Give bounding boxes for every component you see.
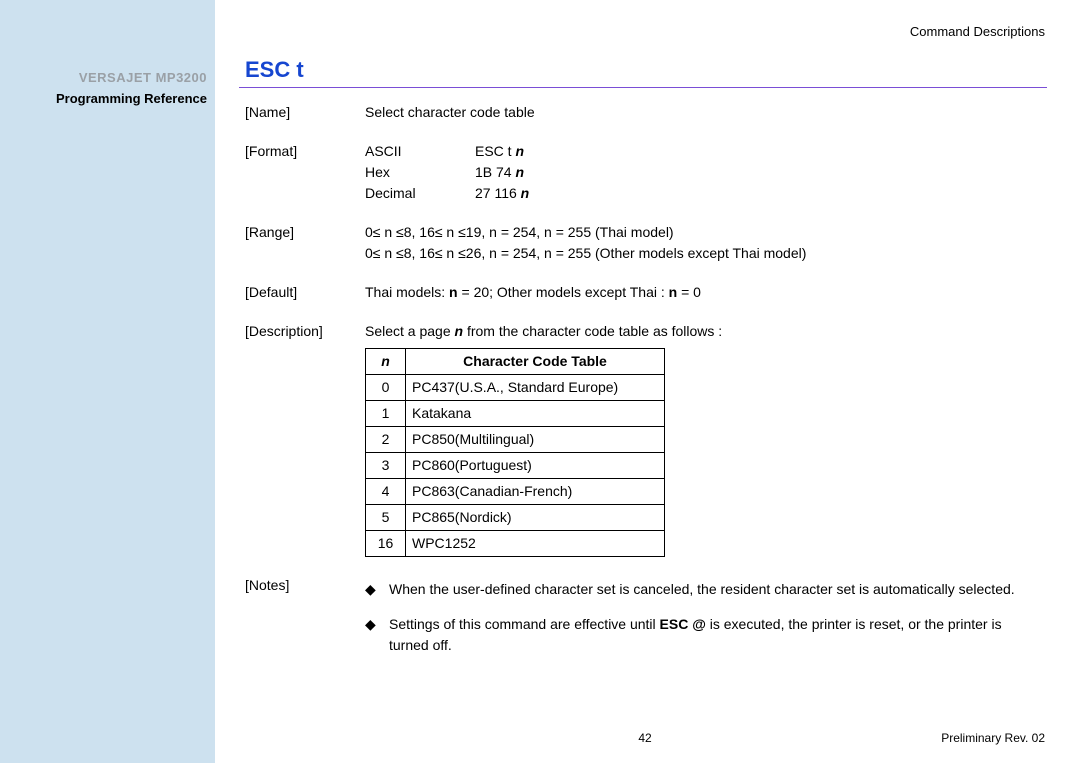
diamond-bullet-icon: ◆ (365, 579, 389, 600)
document-name: Programming Reference (0, 91, 207, 106)
table-row: 4PC863(Canadian-French) (366, 479, 665, 505)
format-dec-label: Decimal (365, 183, 475, 204)
range-line-1: 0≤ n ≤8, 16≤ n ≤19, n = 254, n = 255 (Th… (365, 222, 1045, 243)
notes-value: ◆ When the user-defined character set is… (365, 579, 1045, 670)
table-row: 0PC437(U.S.A., Standard Europe) (366, 375, 665, 401)
format-ascii-value: ESC t n (475, 141, 524, 162)
range-line-2: 0≤ n ≤8, 16≤ n ≤26, n = 254, n = 255 (Ot… (365, 243, 1045, 264)
notes-label: [Notes] (245, 575, 365, 670)
table-header-name: Character Code Table (406, 349, 665, 375)
sidebar: VERSAJET MP3200 Programming Reference (0, 0, 215, 763)
table-header-n: n (366, 349, 406, 375)
note-item: ◆ When the user-defined character set is… (365, 579, 1045, 600)
range-value: 0≤ n ≤8, 16≤ n ≤19, n = 254, n = 255 (Th… (365, 222, 1045, 264)
default-value: Thai models: n = 20; Other models except… (365, 282, 1045, 303)
table-row: 3PC860(Portuguest) (366, 453, 665, 479)
section-header: Command Descriptions (245, 24, 1045, 39)
description-value: Select a page n from the character code … (365, 321, 1045, 557)
format-label: [Format] (245, 141, 365, 204)
format-value: ASCII ESC t n Hex 1B 74 n Decimal 27 116… (365, 141, 1045, 204)
format-hex-value: 1B 74 n (475, 162, 524, 183)
note-text: Settings of this command are effective u… (389, 614, 1045, 656)
default-label: [Default] (245, 282, 365, 303)
product-name: VERSAJET MP3200 (0, 70, 207, 85)
description-label: [Description] (245, 321, 365, 557)
page-number: 42 (245, 731, 1045, 745)
format-hex-label: Hex (365, 162, 475, 183)
name-value: Select character code table (365, 102, 1045, 123)
table-row: 1Katakana (366, 401, 665, 427)
format-dec-value: 27 116 n (475, 183, 529, 204)
table-row: 5PC865(Nordick) (366, 505, 665, 531)
note-text: When the user-defined character set is c… (389, 579, 1015, 600)
diamond-bullet-icon: ◆ (365, 614, 389, 656)
title-rule (239, 87, 1047, 88)
main-content: Command Descriptions ESC t [Name] Select… (245, 24, 1045, 676)
command-title: ESC t (245, 57, 1045, 83)
code-table: n Character Code Table 0PC437(U.S.A., St… (365, 348, 665, 557)
format-ascii-label: ASCII (365, 141, 475, 162)
note-item: ◆ Settings of this command are effective… (365, 614, 1045, 656)
page-footer: 42 Preliminary Rev. 02 (245, 731, 1045, 745)
range-label: [Range] (245, 222, 365, 264)
table-row: 16WPC1252 (366, 531, 665, 557)
table-row: 2PC850(Multilingual) (366, 427, 665, 453)
name-label: [Name] (245, 102, 365, 123)
